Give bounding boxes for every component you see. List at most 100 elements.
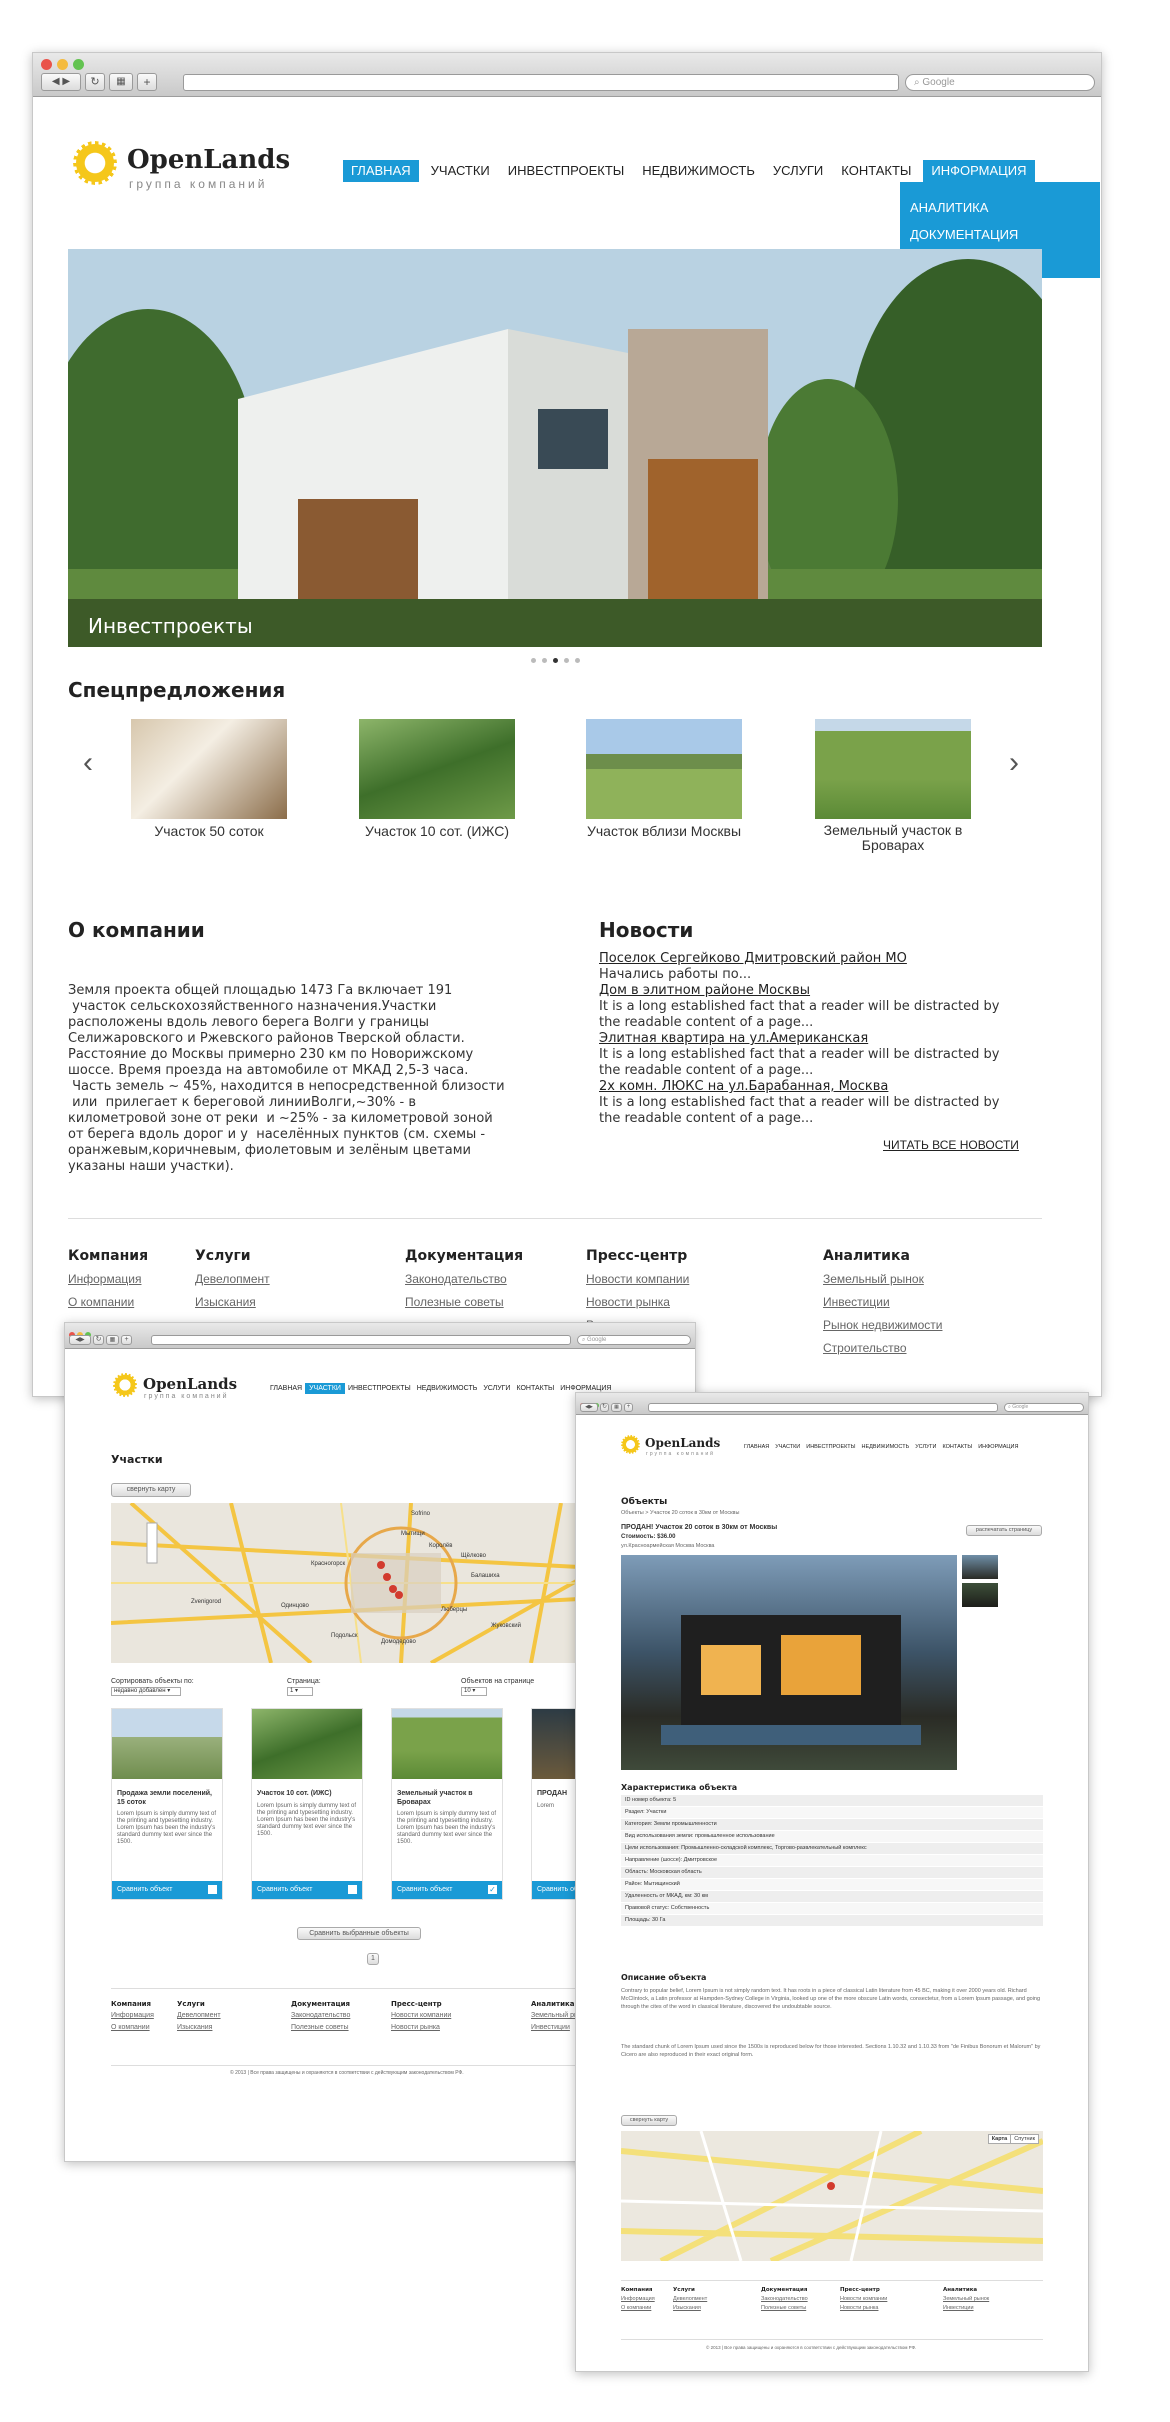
back-forward-icon[interactable]: ◀▶: [69, 1335, 91, 1345]
special-item[interactable]: [586, 719, 742, 819]
slider-dot[interactable]: [553, 658, 558, 663]
special-item[interactable]: [359, 719, 515, 819]
address-bar[interactable]: [151, 1335, 571, 1345]
compare-checkbox[interactable]: ✓: [488, 1885, 497, 1894]
satellite-mode-button[interactable]: Спутник: [1010, 2135, 1038, 2143]
page-label: Страница:: [287, 1678, 321, 1685]
copyright: © 2013 | Все права защищены и охраняются…: [230, 2070, 464, 2076]
menu-item-services[interactable]: УСЛУГИ: [912, 1443, 939, 1452]
address-bar[interactable]: [648, 1403, 998, 1412]
special-item-label[interactable]: Участок 50 соток: [103, 823, 315, 839]
bookmarks-icon[interactable]: ▦: [109, 73, 133, 91]
object-map[interactable]: Карта Спутник: [621, 2131, 1043, 2261]
minimize-window-icon[interactable]: [57, 59, 68, 70]
menu-item-info[interactable]: ИНФОРМАЦИЯ: [975, 1443, 1021, 1452]
compare-bar[interactable]: Сравнить объект: [252, 1881, 362, 1899]
special-item[interactable]: [131, 719, 287, 819]
plot-card-title[interactable]: Продажа земли поселений, 15 соток: [117, 1789, 217, 1807]
compare-bar[interactable]: Сравнить объект ✓: [392, 1881, 502, 1899]
bookmarks-icon[interactable]: ▦: [611, 1403, 622, 1412]
maximize-window-icon[interactable]: [73, 59, 84, 70]
menu-item-services[interactable]: УСЛУГИ: [767, 160, 829, 182]
plot-card-title[interactable]: Участок 10 сот. (ИЖС): [257, 1789, 357, 1798]
brand-name[interactable]: OpenLands: [645, 1436, 720, 1450]
search-field[interactable]: ⌕ Google: [577, 1335, 691, 1345]
menu-item-investprojects[interactable]: ИНВЕСТПРОЕКТЫ: [345, 1383, 414, 1394]
special-item-label[interactable]: Участок 10 сот. (ИЖС): [331, 823, 543, 839]
table-row: Раздел: Участки: [621, 1807, 1043, 1819]
special-item[interactable]: [815, 719, 971, 819]
menu-item-realty[interactable]: НЕДВИЖИМОСТЬ: [414, 1383, 481, 1394]
map-mode-button[interactable]: Карта: [989, 2135, 1011, 2143]
sort-select[interactable]: недавно добавлен ▾: [111, 1687, 181, 1696]
special-item-label[interactable]: Земельный участок в Броварах: [803, 823, 983, 853]
breadcrumb[interactable]: Объекты > Участок 20 соток в 30км от Мос…: [621, 1510, 739, 1516]
slider-dot[interactable]: [564, 658, 569, 663]
menu-item-plots[interactable]: УЧАСТКИ: [772, 1443, 803, 1452]
menu-item-contacts[interactable]: КОНТАКТЫ: [835, 160, 917, 182]
per-page-select[interactable]: 10 ▾: [461, 1687, 487, 1696]
menu-item-realty[interactable]: НЕДВИЖИМОСТЬ: [636, 160, 761, 182]
reload-icon[interactable]: ↻: [93, 1335, 104, 1345]
chevron-down-icon: ▾: [472, 1688, 476, 1694]
menu-item-realty[interactable]: НЕДВИЖИМОСТЬ: [859, 1443, 913, 1452]
slider-dot[interactable]: [531, 658, 536, 663]
plot-card[interactable]: Земельный участок в Броварах Lorem Ipsum…: [391, 1708, 503, 1900]
back-forward-icon[interactable]: ◀▶: [580, 1403, 598, 1412]
menu-item-main[interactable]: ГЛАВНАЯ: [343, 160, 419, 182]
submenu-item-docs[interactable]: ДОКУМЕНТАЦИЯ: [910, 221, 1090, 248]
menu-item-plots[interactable]: УЧАСТКИ: [305, 1383, 345, 1394]
page-select[interactable]: 1 ▾: [287, 1687, 313, 1696]
compare-checkbox[interactable]: [208, 1885, 217, 1894]
collapse-map-button[interactable]: свернуть карту: [111, 1483, 191, 1497]
menu-item-investprojects[interactable]: ИНВЕСТПРОЕКТЫ: [502, 160, 631, 182]
search-field[interactable]: ⌕ Google: [1004, 1403, 1084, 1412]
print-button[interactable]: распечатать страницу: [966, 1525, 1042, 1536]
plot-card-title[interactable]: Земельный участок в Броварах: [397, 1789, 497, 1807]
menu-item-contacts[interactable]: КОНТАКТЫ: [513, 1383, 557, 1394]
menu-item-info[interactable]: ИНФОРМАЦИЯ: [923, 160, 1035, 182]
object-main-photo[interactable]: [621, 1555, 957, 1770]
hero-slider[interactable]: Инвестпроекты: [68, 249, 1042, 647]
carousel-next-icon[interactable]: ›: [1009, 746, 1019, 780]
menu-item-main[interactable]: ГЛАВНАЯ: [741, 1443, 772, 1452]
footer-divider: [68, 1218, 1042, 1219]
add-tab-icon[interactable]: +: [137, 73, 157, 91]
add-tab-icon[interactable]: +: [624, 1403, 633, 1412]
special-item-label[interactable]: Участок вблизи Москвы: [558, 823, 770, 839]
pager-page-1[interactable]: 1: [367, 1953, 379, 1965]
menu-item-plots[interactable]: УЧАСТКИ: [425, 160, 496, 182]
close-window-icon[interactable]: [41, 59, 52, 70]
compare-bar[interactable]: Сравнить объект: [112, 1881, 222, 1899]
menu-item-services[interactable]: УСЛУГИ: [480, 1383, 513, 1394]
collapse-map-button[interactable]: свернуть карту: [621, 2115, 677, 2126]
brand-name[interactable]: OpenLands: [143, 1375, 237, 1393]
search-field[interactable]: ⌕ Google: [905, 74, 1095, 91]
brand-name[interactable]: OpenLands: [127, 145, 290, 175]
map-label: Подольск: [331, 1633, 358, 1639]
read-all-news-link[interactable]: ЧИТАТЬ ВСЕ НОВОСТИ: [883, 1138, 1019, 1152]
news-item-title[interactable]: 2х комн. ЛЮКС на ул.Барабанная, Москва: [599, 1079, 1049, 1095]
reload-icon[interactable]: ↻: [600, 1403, 609, 1412]
news-item-title[interactable]: Дом в элитном районе Москвы: [599, 983, 1049, 999]
news-item-title[interactable]: Элитная квартира на ул.Американская: [599, 1031, 1049, 1047]
compare-checkbox[interactable]: [348, 1885, 357, 1894]
address-bar[interactable]: [183, 74, 899, 91]
submenu-item-analytics[interactable]: АНАЛИТИКА: [910, 194, 1090, 221]
news-item-title[interactable]: Поселок Сергейково Дмитровский район МО: [599, 951, 1049, 967]
menu-item-contacts[interactable]: КОНТАКТЫ: [940, 1443, 976, 1452]
compare-selected-button[interactable]: Сравнить выбранные объекты: [297, 1927, 421, 1940]
plot-card[interactable]: Продажа земли поселений, 15 соток Lorem …: [111, 1708, 223, 1900]
slider-dot[interactable]: [575, 658, 580, 663]
menu-item-investprojects[interactable]: ИНВЕСТПРОЕКТЫ: [803, 1443, 858, 1452]
object-thumb[interactable]: [962, 1555, 998, 1579]
menu-item-main[interactable]: ГЛАВНАЯ: [267, 1383, 305, 1394]
object-thumb[interactable]: [962, 1583, 998, 1607]
reload-icon[interactable]: ↻: [85, 73, 105, 91]
bookmarks-icon[interactable]: ▦: [106, 1335, 119, 1345]
plot-card[interactable]: Участок 10 сот. (ИЖС) Lorem Ipsum is sim…: [251, 1708, 363, 1900]
carousel-prev-icon[interactable]: ‹: [83, 746, 93, 780]
back-forward-icon[interactable]: ◀ ▶: [41, 73, 81, 91]
slider-dot[interactable]: [542, 658, 547, 663]
add-tab-icon[interactable]: +: [121, 1335, 132, 1345]
